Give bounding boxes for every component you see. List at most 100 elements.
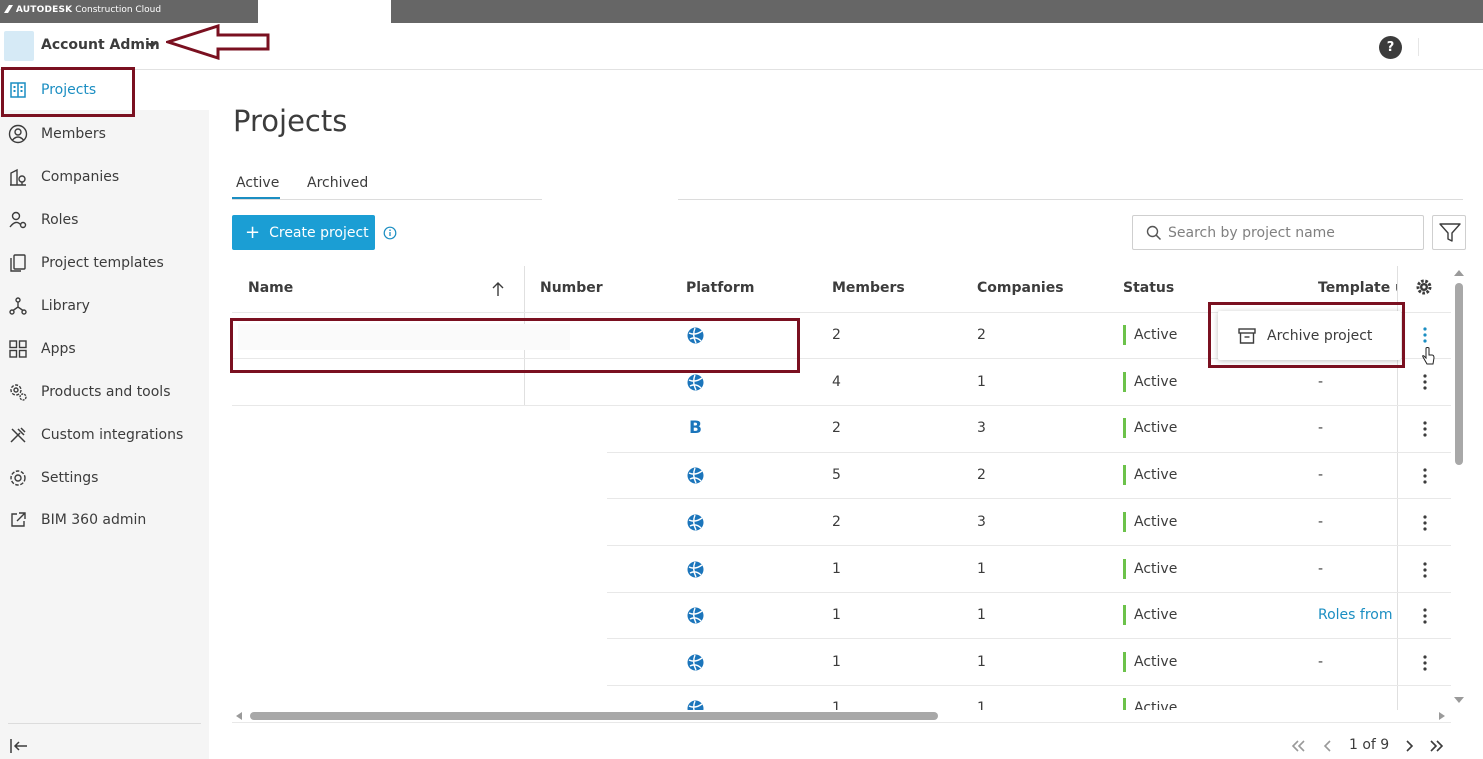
status-indicator xyxy=(1123,652,1126,672)
tab-archived[interactable]: Archived xyxy=(307,175,368,191)
members-count: 2 xyxy=(832,420,841,436)
column-header-name[interactable]: Name xyxy=(248,280,293,296)
template-link[interactable]: Roles from t xyxy=(1318,607,1396,623)
redacted-project-name xyxy=(238,324,570,350)
building-icon xyxy=(10,82,26,98)
more-actions-icon[interactable] xyxy=(1417,606,1433,626)
sidebar-item-apps[interactable]: Apps xyxy=(0,329,209,369)
status-badge: Active xyxy=(1134,327,1178,343)
last-page-icon[interactable] xyxy=(1429,738,1445,754)
status-indicator xyxy=(1123,418,1126,438)
search-input[interactable] xyxy=(1168,216,1418,249)
sidebar-item-label: Roles xyxy=(41,212,79,228)
members-count: 2 xyxy=(832,327,841,343)
library-icon xyxy=(9,297,27,315)
sidebar-item-bim360-admin[interactable]: BIM 360 admin xyxy=(0,500,209,540)
members-count: 2 xyxy=(832,514,841,530)
more-actions-icon[interactable] xyxy=(1417,653,1433,673)
search-box xyxy=(1132,215,1424,250)
sidebar-item-projects[interactable]: Projects xyxy=(0,70,209,110)
roles-icon xyxy=(9,211,27,229)
create-project-button[interactable]: + Create project xyxy=(232,215,375,250)
sidebar-item-companies[interactable]: Companies xyxy=(0,157,209,197)
gear-icon xyxy=(10,470,26,486)
scroll-right-icon[interactable] xyxy=(1439,712,1445,720)
template-used: - xyxy=(1318,374,1324,390)
archive-project-menu-item[interactable]: Archive project xyxy=(1218,311,1401,360)
sidebar-item-settings[interactable]: Settings xyxy=(0,458,209,498)
globe-icon xyxy=(687,374,704,391)
next-page-icon[interactable] xyxy=(1401,738,1417,754)
sidebar-item-roles[interactable]: Roles xyxy=(0,200,209,240)
previous-page-icon[interactable] xyxy=(1320,738,1336,754)
info-icon[interactable] xyxy=(383,226,397,240)
tab-active[interactable]: Active xyxy=(236,175,279,191)
redacted-block xyxy=(258,0,391,23)
brand-name: AUTODESK xyxy=(15,5,73,15)
column-settings-gear-icon[interactable] xyxy=(1415,278,1433,296)
sidebar-divider xyxy=(8,723,201,724)
hand-cursor-icon xyxy=(1422,347,1435,365)
sidebar-item-label: BIM 360 admin xyxy=(41,512,147,528)
scroll-down-icon[interactable] xyxy=(1454,697,1464,703)
brand-bar: AUTODESK Construction Cloud xyxy=(0,0,1483,23)
more-actions-icon[interactable] xyxy=(1417,372,1433,392)
members-count: 5 xyxy=(832,467,841,483)
bim360-icon: B xyxy=(689,418,702,438)
column-header-members[interactable]: Members xyxy=(832,280,905,296)
tools-icon xyxy=(10,427,26,443)
companies-count: 2 xyxy=(977,327,986,343)
companies-count: 3 xyxy=(977,514,986,530)
row-divider xyxy=(607,592,1451,593)
more-actions-icon[interactable] xyxy=(1417,560,1433,580)
more-actions-icon[interactable] xyxy=(1417,325,1433,345)
members-count: 4 xyxy=(832,374,841,390)
sidebar-item-label: Members xyxy=(41,126,106,142)
person-icon xyxy=(8,124,28,144)
column-header-companies[interactable]: Companies xyxy=(977,280,1064,296)
more-actions-icon[interactable] xyxy=(1417,419,1433,439)
vertical-scrollbar[interactable] xyxy=(1455,283,1463,465)
members-count: 1 xyxy=(832,607,841,623)
brand-product: Construction Cloud xyxy=(75,5,162,15)
sidebar-item-products-and-tools[interactable]: Products and tools xyxy=(0,372,209,412)
horizontal-scrollbar[interactable] xyxy=(250,712,938,720)
scroll-up-icon[interactable] xyxy=(1454,270,1464,276)
page-indicator: 1 of 9 xyxy=(1349,737,1390,753)
brand-logo: AUTODESK Construction Cloud xyxy=(4,5,161,15)
scroll-left-icon[interactable] xyxy=(236,712,242,720)
more-actions-icon[interactable] xyxy=(1417,513,1433,533)
sidebar-item-label: Custom integrations xyxy=(41,427,184,443)
filter-button[interactable] xyxy=(1432,215,1466,250)
status-badge: Active xyxy=(1134,374,1178,390)
column-header-number[interactable]: Number xyxy=(540,280,603,296)
row-divider xyxy=(607,638,1451,639)
status-badge: Active xyxy=(1134,700,1178,710)
account-avatar[interactable] xyxy=(4,31,34,61)
companies-count: 1 xyxy=(977,700,986,710)
help-icon[interactable]: ? xyxy=(1379,36,1402,59)
table-bottom-divider xyxy=(232,722,1451,723)
sidebar-item-label: Products and tools xyxy=(41,384,171,400)
status-indicator xyxy=(1123,559,1126,579)
sort-ascending-icon[interactable] xyxy=(491,281,505,297)
column-header-status[interactable]: Status xyxy=(1123,280,1174,296)
sidebar-item-members[interactable]: Members xyxy=(0,114,209,154)
companies-count: 3 xyxy=(977,420,986,436)
account-switcher[interactable]: Account Admin xyxy=(41,37,160,53)
template-used: - xyxy=(1318,561,1324,577)
column-header-platform[interactable]: Platform xyxy=(686,280,754,296)
members-count: 1 xyxy=(832,561,841,577)
first-page-icon[interactable] xyxy=(1290,738,1306,754)
sidebar-item-library[interactable]: Library xyxy=(0,286,209,326)
filter-icon xyxy=(1439,223,1461,242)
sidebar-item-custom-integrations[interactable]: Custom integrations xyxy=(0,415,209,455)
table-row[interactable]: 1 1 Active xyxy=(607,686,1451,710)
globe-icon xyxy=(687,700,704,710)
chevron-down-icon[interactable] xyxy=(147,43,157,48)
globe-icon xyxy=(687,514,704,531)
collapse-sidebar-icon[interactable] xyxy=(10,737,30,755)
more-actions-icon[interactable] xyxy=(1417,466,1433,486)
sidebar-item-project-templates[interactable]: Project templates xyxy=(0,243,209,283)
status-indicator xyxy=(1123,512,1126,532)
